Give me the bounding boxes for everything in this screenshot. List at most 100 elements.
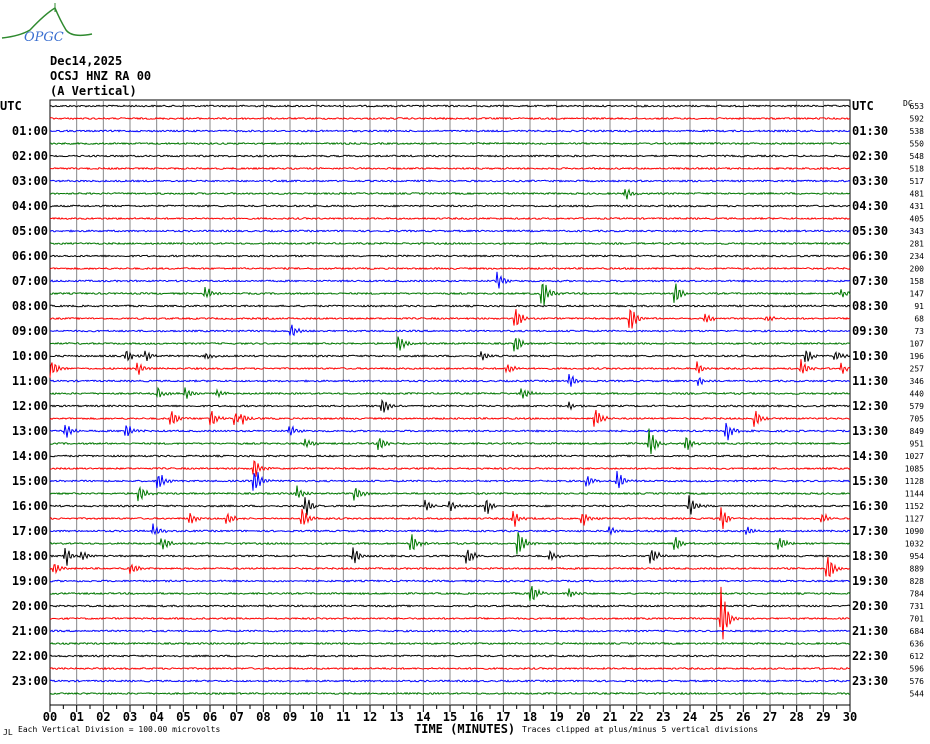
dc-offset-value: 281	[910, 240, 925, 249]
right-hour-label: 02:30	[852, 149, 888, 163]
dc-offset-value: 684	[910, 627, 925, 636]
right-hour-label: 07:30	[852, 274, 888, 288]
left-hour-label: 08:00	[12, 299, 48, 313]
right-hour-label: 12:30	[852, 399, 888, 413]
dc-offset-value: 705	[910, 415, 925, 424]
right-hour-label: 16:30	[852, 499, 888, 513]
left-hour-label: 06:00	[12, 249, 48, 263]
left-hour-label: 17:00	[12, 524, 48, 538]
right-hour-label: 05:30	[852, 224, 888, 238]
dc-offset-value: 1128	[905, 477, 924, 486]
right-hour-label: 23:30	[852, 674, 888, 688]
right-hour-label: 18:30	[852, 549, 888, 563]
dc-offset-value: 517	[910, 177, 925, 186]
x-axis-label: TIME (MINUTES)	[414, 722, 515, 736]
dc-offset-value: 784	[910, 590, 925, 599]
left-hour-label: 07:00	[12, 274, 48, 288]
dc-offset-value: 257	[910, 365, 925, 374]
x-tick-label: 22	[629, 710, 643, 724]
dc-offset-value: 951	[910, 440, 925, 449]
right-hour-label: 04:30	[852, 199, 888, 213]
dc-offset-value: 954	[910, 552, 925, 561]
x-tick-label: 06	[203, 710, 217, 724]
dc-offset-value: 481	[910, 190, 925, 199]
right-hour-label: 13:30	[852, 424, 888, 438]
dc-offset-value: 1090	[905, 527, 924, 536]
right-hour-label: 21:30	[852, 624, 888, 638]
dc-offset-value: 518	[910, 165, 925, 174]
dc-offset-value: 68	[914, 315, 924, 324]
left-hour-label: 22:00	[12, 649, 48, 663]
right-hour-label: 15:30	[852, 474, 888, 488]
dc-offset-value: 1144	[905, 490, 924, 499]
dc-offset-value: 889	[910, 565, 925, 574]
dc-offset-value: 538	[910, 127, 925, 136]
x-tick-label: 27	[763, 710, 777, 724]
dc-offset-value: 576	[910, 677, 925, 686]
dc-offset-value: 596	[910, 665, 925, 674]
x-tick-label: 03	[123, 710, 137, 724]
x-tick-label: 28	[789, 710, 803, 724]
right-hour-label: 08:30	[852, 299, 888, 313]
left-hour-label: 23:00	[12, 674, 48, 688]
right-hour-label: 06:30	[852, 249, 888, 263]
dc-offset-value: 849	[910, 427, 925, 436]
x-tick-label: 01	[69, 710, 83, 724]
dc-offset-value: 107	[910, 340, 925, 349]
x-tick-label: 30	[843, 710, 857, 724]
x-tick-label: 09	[283, 710, 297, 724]
left-hour-label: 21:00	[12, 624, 48, 638]
dc-offset-value: 346	[910, 377, 925, 386]
left-hour-label: 13:00	[12, 424, 48, 438]
x-tick-label: 18	[523, 710, 537, 724]
left-hour-label: 02:00	[12, 149, 48, 163]
left-hour-label: 05:00	[12, 224, 48, 238]
corner-mark: JL	[3, 728, 13, 737]
x-tick-label: 29	[816, 710, 830, 724]
left-hour-label: 18:00	[12, 549, 48, 563]
logo-text: OPGC	[24, 30, 64, 45]
x-tick-label: 12	[363, 710, 377, 724]
dc-offset-value: 592	[910, 115, 925, 124]
dc-offset-value: 200	[910, 265, 925, 274]
right-hour-label: 20:30	[852, 599, 888, 613]
x-tick-label: 13	[389, 710, 403, 724]
right-hour-label: 19:30	[852, 574, 888, 588]
left-hour-label: 10:00	[12, 349, 48, 363]
right-hour-label: 03:30	[852, 174, 888, 188]
x-tick-label: 08	[256, 710, 270, 724]
helicorder-plot: OPGC 65359253855054851851748143140534328…	[0, 3, 924, 737]
dc-offset-value: 550	[910, 140, 925, 149]
dc-offset-value: 1085	[905, 465, 924, 474]
x-tick-label: 04	[149, 710, 163, 724]
scale-note: Each Vertical Division = 100.00 microvol…	[18, 725, 220, 734]
dc-offset-value: 234	[910, 252, 925, 261]
left-hour-label: 11:00	[12, 374, 48, 388]
right-hour-label: UTC	[852, 99, 874, 113]
dc-offset-value: 147	[910, 290, 925, 299]
dc-offset-value: 701	[910, 615, 925, 624]
x-tick-label: 19	[549, 710, 563, 724]
left-hour-label: 04:00	[12, 199, 48, 213]
left-hour-label: 14:00	[12, 449, 48, 463]
x-tick-label: 25	[709, 710, 723, 724]
clip-note: Traces clipped at plus/minus 5 vertical …	[522, 725, 758, 734]
dc-offset-value: 343	[910, 227, 925, 236]
x-tick-label: 02	[96, 710, 110, 724]
opgc-logo: OPGC	[1, 3, 93, 45]
x-tick-label: 20	[576, 710, 590, 724]
left-hour-label: 20:00	[12, 599, 48, 613]
x-tick-label: 05	[176, 710, 190, 724]
dc-offset-value: 579	[910, 402, 925, 411]
x-tick-label: 11	[336, 710, 350, 724]
right-hour-label: 09:30	[852, 324, 888, 338]
dc-offset-value: 1127	[905, 515, 924, 524]
left-hour-label: 01:00	[12, 124, 48, 138]
row-labels: 6535925385505485185174814314053432812342…	[0, 99, 924, 699]
dc-offset-value: 731	[910, 602, 925, 611]
dc-offset-value: 158	[910, 277, 925, 286]
dc-header: DC	[903, 99, 913, 108]
left-hour-label: 12:00	[12, 399, 48, 413]
dc-offset-value: 548	[910, 152, 925, 161]
dc-offset-value: 612	[910, 652, 925, 661]
